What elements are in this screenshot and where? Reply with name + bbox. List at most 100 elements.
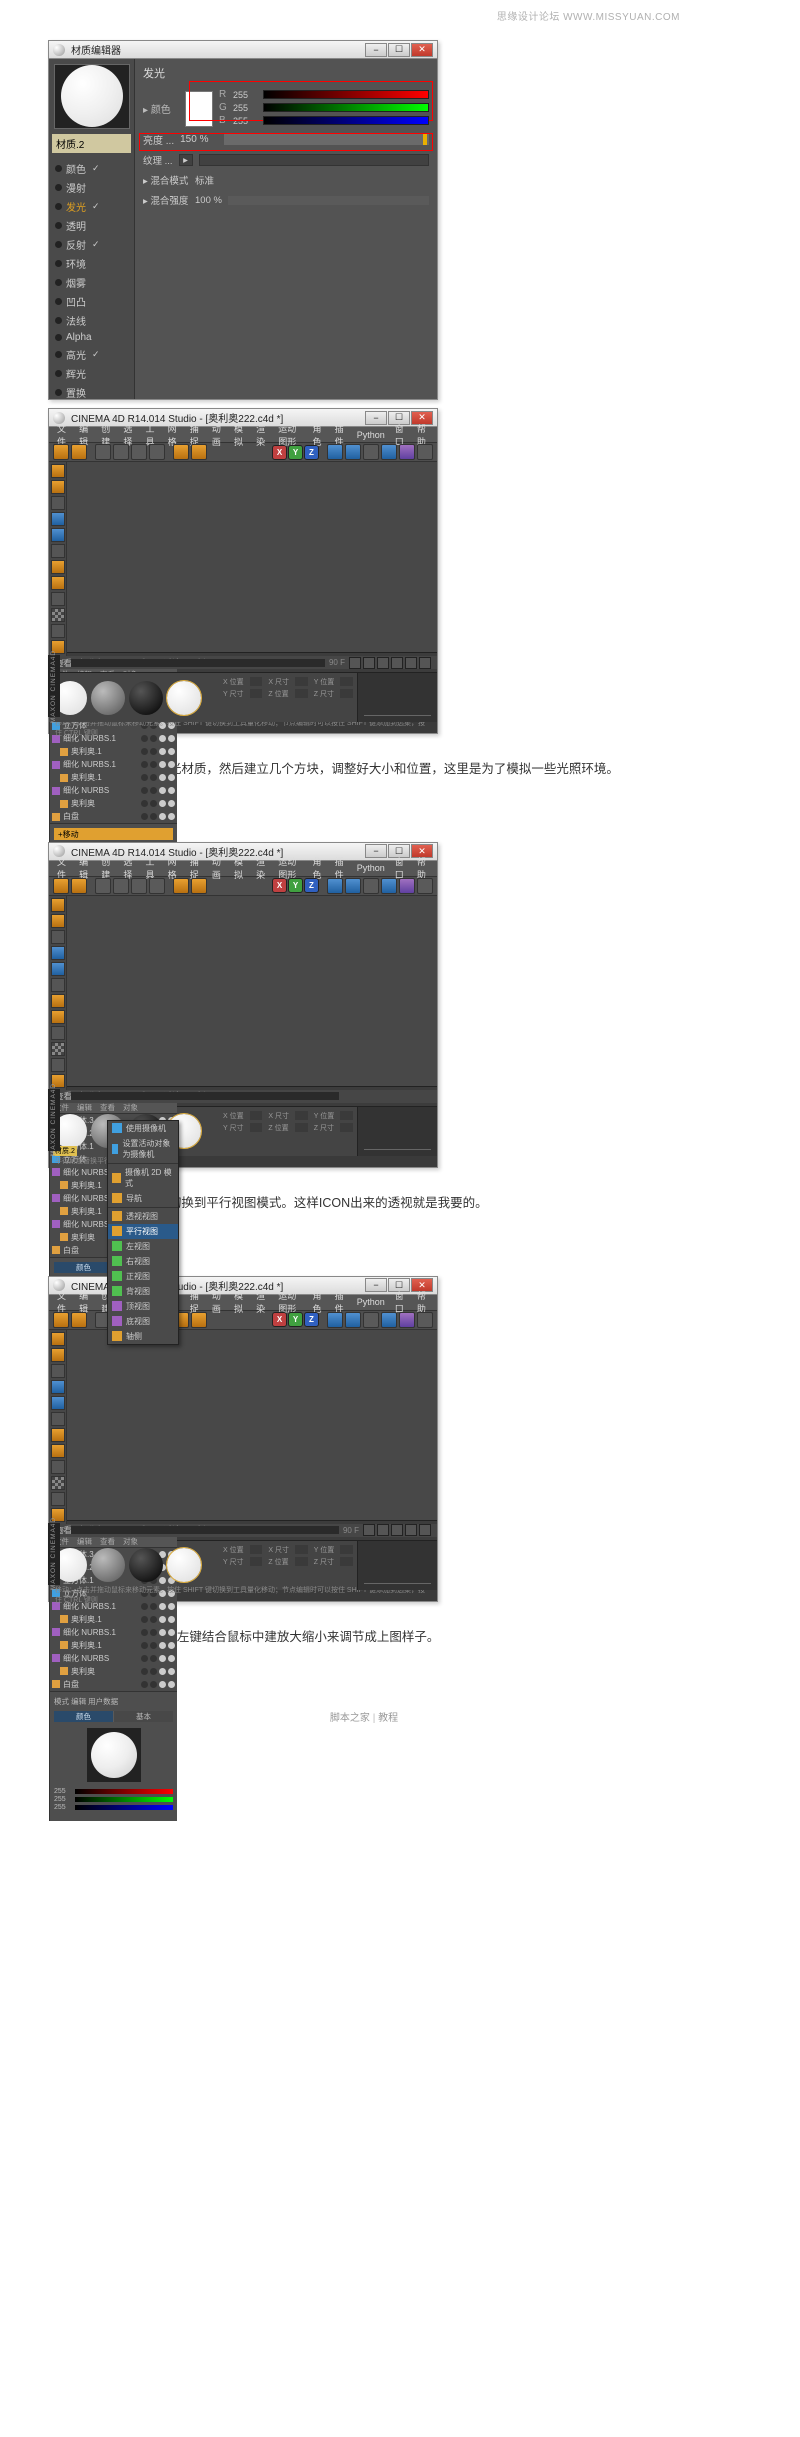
- minimize-button[interactable]: −: [365, 1278, 387, 1292]
- channel-反射[interactable]: 反射: [49, 235, 134, 254]
- maximize-button[interactable]: ☐: [388, 43, 410, 57]
- mixstrength-value[interactable]: 100 %: [195, 195, 222, 206]
- play-button[interactable]: [377, 657, 389, 669]
- readout-value[interactable]: [295, 1123, 308, 1132]
- tool-button[interactable]: [345, 1312, 361, 1328]
- mode-button[interactable]: [51, 624, 65, 638]
- channel-置换[interactable]: 置换: [49, 383, 134, 399]
- render-button[interactable]: [327, 878, 343, 894]
- channel-透明[interactable]: 透明: [49, 216, 134, 235]
- play-next-button[interactable]: [391, 657, 403, 669]
- object-row[interactable]: 细化 NURBS.1: [50, 758, 177, 771]
- channel-法线[interactable]: 法线: [49, 311, 134, 330]
- play-prev-button[interactable]: [363, 657, 375, 669]
- camera-menu-item[interactable]: 摄像机 2D 模式: [108, 1165, 178, 1191]
- material-thumb[interactable]: [129, 1548, 163, 1582]
- tool-button[interactable]: [363, 878, 379, 894]
- readout-value[interactable]: [250, 1123, 263, 1132]
- tool-button[interactable]: [191, 878, 207, 894]
- object-row[interactable]: 细化 NURBS: [50, 784, 177, 797]
- menu-item[interactable]: Python: [357, 1297, 385, 1307]
- menu-item[interactable]: 渲染: [256, 1289, 268, 1315]
- b-value[interactable]: 255: [233, 116, 259, 126]
- tool-button[interactable]: [173, 878, 189, 894]
- texture-picker-button[interactable]: ▸: [179, 154, 193, 166]
- object-row[interactable]: 细化 NURBS.1: [50, 1626, 177, 1639]
- material-thumb[interactable]: [129, 681, 163, 715]
- camera-menu-item[interactable]: 正视图: [108, 1269, 178, 1284]
- close-button[interactable]: ✕: [411, 43, 433, 57]
- g-value[interactable]: 255: [233, 103, 259, 113]
- tool-button[interactable]: [173, 444, 189, 460]
- menu-item[interactable]: 动画: [212, 1289, 224, 1315]
- readout-value[interactable]: [295, 677, 308, 686]
- tool-button[interactable]: [345, 878, 361, 894]
- readout-value[interactable]: [340, 1111, 353, 1120]
- menu-item[interactable]: 模拟: [234, 855, 246, 881]
- tool-button[interactable]: [417, 444, 433, 460]
- material-thumb[interactable]: [91, 1548, 125, 1582]
- camera-menu-item[interactable]: 使用摄像机: [108, 1121, 178, 1136]
- mode-button[interactable]: [51, 978, 65, 992]
- minimize-button[interactable]: −: [365, 43, 387, 57]
- fcurve-mini[interactable]: [357, 1107, 437, 1156]
- readout-value[interactable]: [340, 677, 353, 686]
- menu-item[interactable]: 模拟: [234, 1289, 246, 1315]
- mode-button[interactable]: [51, 544, 65, 558]
- mode-button[interactable]: [51, 1058, 65, 1072]
- material-thumb[interactable]: [91, 681, 125, 715]
- channel-漫射[interactable]: 漫射: [49, 178, 134, 197]
- channel-烟雾[interactable]: 烟雾: [49, 273, 134, 292]
- move-tool[interactable]: [113, 444, 129, 460]
- camera-menu-item[interactable]: 右视图: [108, 1254, 178, 1269]
- redo-button[interactable]: [71, 444, 87, 460]
- g-value[interactable]: 255: [54, 1796, 72, 1803]
- scale-tool[interactable]: [131, 444, 147, 460]
- readout-value[interactable]: [295, 689, 308, 698]
- object-row[interactable]: 奥利奥: [50, 1665, 177, 1678]
- object-row[interactable]: 白盘: [50, 1678, 177, 1691]
- menu-item[interactable]: 动画: [212, 422, 224, 448]
- mixmode-value[interactable]: 标准: [195, 173, 214, 187]
- channel-高光[interactable]: 高光: [49, 345, 134, 364]
- camera-menu-item[interactable]: 顶视图: [108, 1299, 178, 1314]
- r-slider[interactable]: [263, 90, 429, 99]
- play-button[interactable]: [419, 1524, 431, 1536]
- mode-button[interactable]: [51, 464, 65, 478]
- g-slider[interactable]: [75, 1797, 173, 1802]
- tool-button[interactable]: [399, 1312, 415, 1328]
- g-slider[interactable]: [263, 103, 429, 112]
- fcurve-mini[interactable]: [357, 673, 437, 722]
- material-preview[interactable]: [54, 64, 130, 129]
- record-button[interactable]: [419, 657, 431, 669]
- camera-menu-item[interactable]: 轴侧: [108, 1329, 178, 1344]
- material-thumb-selected[interactable]: [167, 681, 201, 715]
- object-row[interactable]: 奥利奥.1: [50, 745, 177, 758]
- play-button[interactable]: [405, 1524, 417, 1536]
- readout-value[interactable]: [340, 1557, 353, 1566]
- render-button[interactable]: [327, 1312, 343, 1328]
- mode-button[interactable]: [51, 914, 65, 928]
- menu-item[interactable]: 动画: [212, 855, 224, 881]
- material-manager[interactable]: [49, 673, 219, 722]
- mode-button[interactable]: [51, 1396, 65, 1410]
- mode-button[interactable]: [51, 1444, 65, 1458]
- channel-辉光[interactable]: 辉光: [49, 364, 134, 383]
- menu-item[interactable]: 渲染: [256, 855, 268, 881]
- play-button[interactable]: [391, 1524, 403, 1536]
- mode-button[interactable]: [51, 1348, 65, 1362]
- b-slider[interactable]: [263, 116, 429, 125]
- material-manager[interactable]: [49, 1541, 219, 1590]
- mode-button[interactable]: [51, 1332, 65, 1346]
- b-value[interactable]: 255: [54, 1804, 72, 1811]
- camera-menu-item[interactable]: 左视图: [108, 1239, 178, 1254]
- undo-button[interactable]: [53, 444, 69, 460]
- menu-item[interactable]: Python: [357, 430, 385, 440]
- mode-button[interactable]: [51, 560, 65, 574]
- camera-menu-item[interactable]: 底视图: [108, 1314, 178, 1329]
- channel-凹凸[interactable]: 凹凸: [49, 292, 134, 311]
- axis-lock-x[interactable]: X: [272, 445, 287, 460]
- brightness-value[interactable]: 150 %: [180, 134, 218, 145]
- undo-button[interactable]: [53, 1312, 69, 1328]
- tool-button[interactable]: [191, 444, 207, 460]
